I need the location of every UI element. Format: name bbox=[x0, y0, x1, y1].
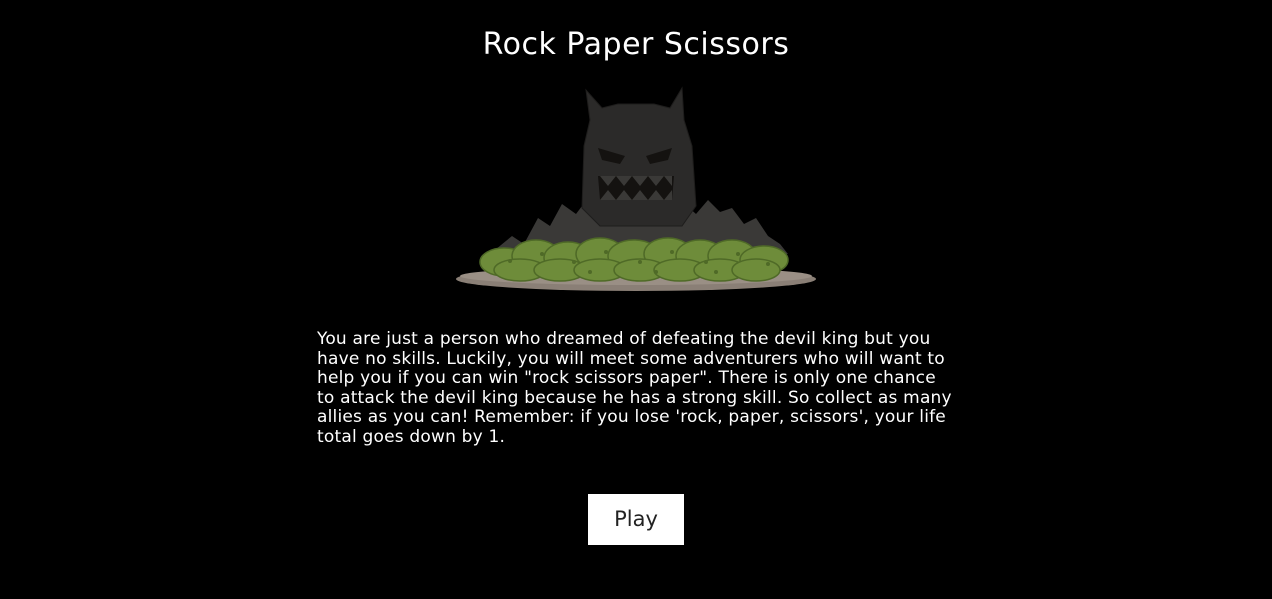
game-screen: Rock Paper Scissors You are just a perso… bbox=[0, 0, 1272, 599]
story-text: You are just a person who dreamed of def… bbox=[317, 329, 952, 447]
bushes bbox=[479, 237, 789, 282]
castle-body bbox=[582, 88, 696, 226]
play-button[interactable]: Play bbox=[588, 494, 684, 545]
game-title: Rock Paper Scissors bbox=[482, 27, 790, 62]
devil-castle-image bbox=[456, 86, 816, 291]
